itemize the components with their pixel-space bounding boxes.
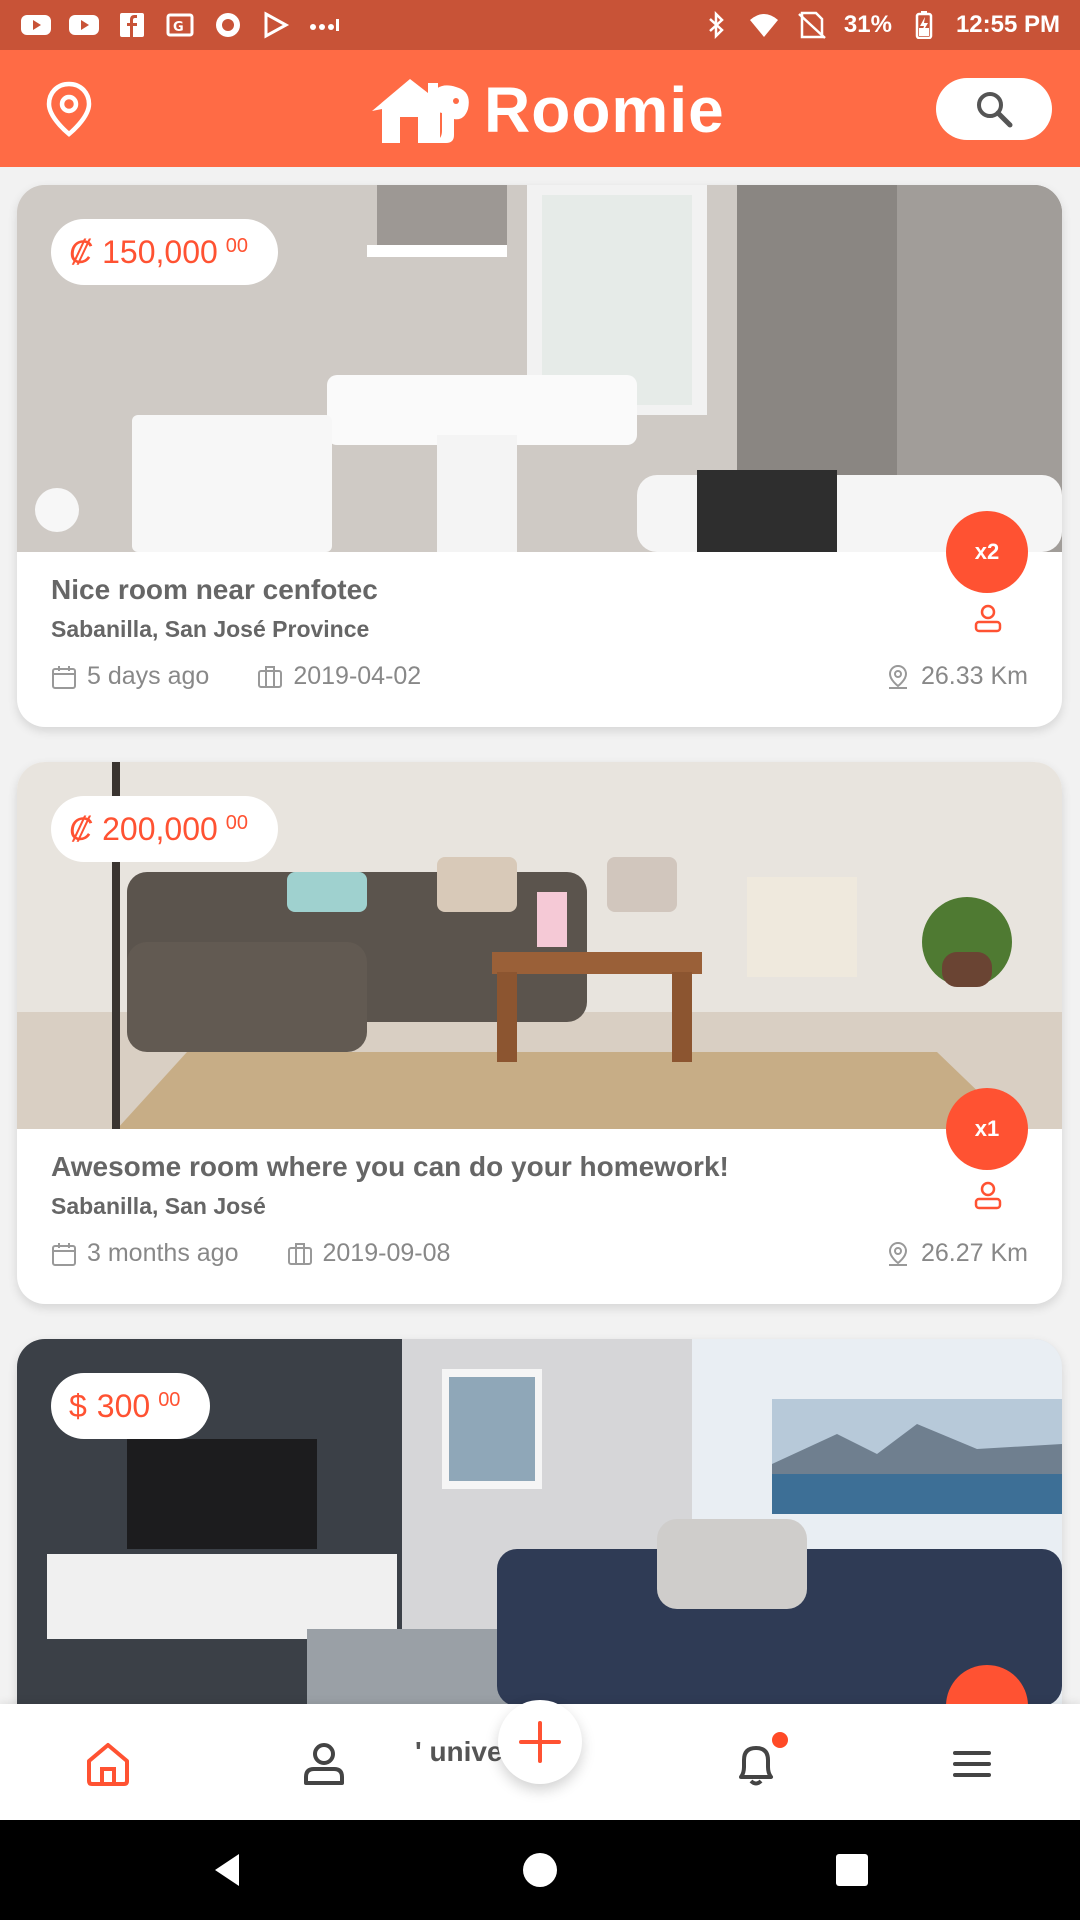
price-cents: 00 [225,811,249,834]
back-icon[interactable] [205,1848,249,1892]
person-icon [974,604,1002,633]
home-button-icon[interactable] [518,1848,562,1892]
no-sim-icon [796,11,828,39]
calendar-icon [52,665,76,689]
listings-feed[interactable]: ₡ 150,000 00 x2 Nice room near cenfotec … [0,167,1080,1704]
price-tag: $ 300 00 [51,1373,211,1439]
location-pin-icon[interactable] [44,80,94,138]
posted-text: 5 days ago [87,662,210,690]
notification-dot [772,1732,788,1748]
price-cents: 00 [225,234,249,257]
available-date: 2019-09-08 [287,1239,451,1268]
distance-text: 26.33 Km [920,662,1028,690]
occupancy-badge: x1 [946,1088,1028,1170]
price-cents: 00 [158,1388,181,1411]
wifi-icon [748,11,780,39]
listing-meta: 5 days ago 2019-04-02 26.33 Km [51,662,1028,691]
distance: 26.33 Km [885,662,1028,691]
bluetooth-icon [700,11,732,39]
person-icon [974,1181,1002,1210]
google-news-icon: G [164,11,196,39]
search-icon [977,92,1013,128]
status-bar: G 31% 12:55 PM [0,0,1080,50]
distance: 26.27 Km [885,1239,1028,1268]
brand: Roomie [368,70,725,150]
listing-card[interactable]: ₡ 200,000 00 x1 Awesome room where you c… [17,762,1062,1304]
listing-location: Sabanilla, San José [51,1193,266,1219]
listing-photo: $ 300 00 [17,1339,1062,1704]
available-date: 2019-04-02 [257,662,421,691]
search-button[interactable] [936,78,1052,140]
listing-meta: 3 months ago 2019-09-08 26.27 Km [51,1239,1028,1268]
location-pin-icon [888,1241,907,1266]
battery-percent: 31% [843,11,892,38]
nav-profile[interactable] [296,1736,352,1792]
nav-notifications[interactable] [728,1732,788,1792]
listing-title: Nice room near cenfotec [51,574,378,605]
svg-text:G: G [173,20,184,35]
currency-symbol: $ [69,1387,87,1424]
recents-icon[interactable] [830,1848,874,1892]
system-navigation [0,1820,1080,1920]
youtube-icon [68,11,100,39]
app-header: Roomie [0,50,1080,167]
price-amount: 300 [96,1387,151,1424]
listing-card[interactable]: $ 300 00 [17,1339,1062,1704]
clock: 12:55 PM [955,11,1060,38]
profile-icon [304,1743,344,1785]
currency-symbol: ₡ [69,810,93,847]
listing-location: Sabanilla, San José Province [51,616,370,642]
posted-text: 3 months ago [87,1239,239,1267]
more-dots-icon [308,11,340,39]
location-pin-icon [888,664,907,689]
facebook-icon [116,11,148,39]
roomie-logo-icon [372,79,469,143]
listing-title: Awesome room where you can do your homew… [51,1151,729,1182]
add-listing-button[interactable] [498,1700,582,1784]
youtube-icon [20,11,52,39]
price-amount: 150,000 [102,233,218,270]
posted-date: 5 days ago [51,662,209,691]
app-name: Roomie [484,74,725,146]
available-text: 2019-09-08 [322,1239,451,1267]
listing-details: Nice room near cenfotec Sabanilla, San J… [17,552,1062,727]
luggage-icon [287,1242,312,1265]
distance-text: 26.27 Km [920,1239,1028,1267]
price-tag: ₡ 150,000 00 [51,219,279,285]
posted-date: 3 months ago [51,1239,239,1268]
currency-symbol: ₡ [69,233,93,270]
listing-photo: ₡ 150,000 00 [17,185,1062,552]
listing-card[interactable]: ₡ 150,000 00 x2 Nice room near cenfotec … [17,185,1062,727]
play-store-icon [260,11,292,39]
nav-home[interactable] [80,1736,136,1792]
luggage-icon [258,665,283,688]
occupancy-badge: x2 [946,511,1028,593]
listing-photo: ₡ 200,000 00 [17,762,1062,1129]
price-amount: 200,000 [102,810,218,847]
available-text: 2019-04-02 [293,662,422,690]
listing-details: Awesome room where you can do your homew… [17,1129,1062,1304]
home-icon [87,1743,129,1786]
price-tag: ₡ 200,000 00 [51,796,279,862]
add-icon [519,1721,561,1763]
bell-icon [739,1746,773,1786]
calendar-icon [52,1242,76,1266]
battery-charging-icon [908,11,940,39]
record-icon [212,11,244,39]
nav-menu[interactable] [944,1736,1000,1792]
menu-icon [953,1751,991,1777]
